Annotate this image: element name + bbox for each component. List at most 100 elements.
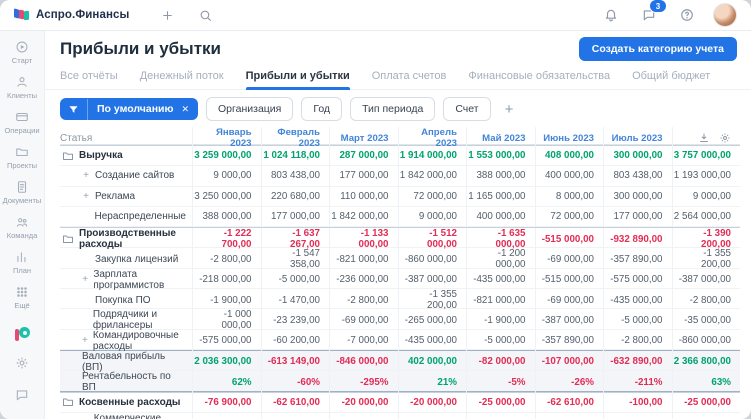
report-tabs: Все отчёты Денежный поток Прибыли и убытки… bbox=[45, 66, 751, 90]
row-label-cell[interactable]: + Создание сайтов bbox=[60, 166, 192, 185]
sidebar-item-7[interactable]: План bbox=[3, 249, 42, 275]
tab-6[interactable]: Общий бюджет bbox=[632, 66, 710, 89]
table-row: +Коммерческие расходы-40 800,00-61 530,0… bbox=[60, 412, 740, 419]
user-avatar[interactable] bbox=[713, 3, 737, 27]
documents-icon bbox=[15, 179, 29, 194]
create-category-button[interactable]: Создать категорию учета bbox=[578, 37, 737, 61]
value-cell: -20 000,00 bbox=[329, 392, 398, 412]
sidebar-item-1[interactable]: Старт bbox=[3, 39, 42, 65]
value-cell: -5% bbox=[466, 371, 535, 394]
row-label-cell[interactable]: Нераспределенные bbox=[60, 207, 192, 226]
sidebar-item-4[interactable]: Проекты bbox=[3, 144, 42, 170]
row-label-cell[interactable]: Закупка лицензий bbox=[60, 248, 192, 270]
table-settings-gear-icon[interactable] bbox=[719, 132, 731, 144]
table-row: Косвенные расходы -76 900,00 -62 610,00 -20… bbox=[60, 391, 740, 413]
sidebar-item-label: Команда bbox=[6, 231, 38, 240]
value-cell: 300 000,00 bbox=[603, 146, 672, 166]
value-cell: -40 800,00 bbox=[534, 412, 604, 419]
search-icon[interactable] bbox=[193, 3, 217, 27]
help-icon[interactable] bbox=[675, 3, 699, 27]
add-button[interactable] bbox=[155, 3, 179, 27]
value-cell: 2 036 300,00 bbox=[192, 350, 261, 373]
row-label-cell[interactable]: Подрядчики и фрилансеры bbox=[60, 309, 192, 331]
support-chat-icon[interactable] bbox=[15, 388, 29, 407]
row-label: Производственные расходы bbox=[79, 228, 176, 251]
sidebar-item-8[interactable]: Ещё bbox=[3, 284, 42, 310]
expand-plus-icon[interactable]: + bbox=[82, 170, 90, 181]
value-cell: -295% bbox=[329, 371, 398, 394]
expand-plus-icon[interactable]: + bbox=[82, 274, 88, 285]
value-cell: -10 000,00 bbox=[466, 412, 535, 419]
clients-icon bbox=[15, 74, 29, 89]
folder-icon[interactable] bbox=[62, 233, 74, 245]
value-cell: 3 250 000,00 bbox=[192, 186, 261, 206]
app-logo[interactable]: Аспро.Финансы bbox=[14, 7, 130, 22]
expand-plus-icon[interactable]: + bbox=[82, 191, 90, 202]
value-cell: 21% bbox=[397, 371, 467, 394]
value-cell: -387 000,00 bbox=[397, 268, 467, 291]
value-cell: -62 610,00 bbox=[260, 392, 330, 412]
value-cell: -932 890,00 bbox=[603, 228, 672, 251]
filter-chip-3[interactable]: Тип периода bbox=[350, 97, 436, 121]
filter-clear-icon[interactable]: ✕ bbox=[179, 99, 198, 120]
settings-gear-icon[interactable] bbox=[15, 356, 29, 375]
value-cell: -1 355 200,00 bbox=[671, 248, 741, 271]
value-cell: -575 000,00 bbox=[192, 329, 261, 352]
row-label-cell[interactable]: + Реклама bbox=[60, 187, 192, 206]
sidebar-item-label: Документы bbox=[2, 196, 42, 205]
projects-icon bbox=[15, 144, 29, 159]
expand-plus-icon[interactable]: + bbox=[82, 335, 88, 346]
row-label-cell[interactable]: + Командировочные расходы bbox=[60, 330, 192, 352]
value-cell: -387 000,00 bbox=[534, 309, 604, 332]
messages-icon[interactable]: 3 bbox=[637, 0, 667, 27]
value-cell: -211% bbox=[603, 371, 672, 394]
logo-text: Аспро.Финансы bbox=[36, 9, 130, 21]
tab-5[interactable]: Финансовые обязательства bbox=[468, 66, 610, 89]
tab-1[interactable]: Все отчёты bbox=[60, 66, 118, 89]
filter-chip-2[interactable]: Год bbox=[301, 97, 343, 121]
tab-2[interactable]: Денежный поток bbox=[140, 66, 224, 89]
value-cell: -69 000,00 bbox=[329, 309, 398, 332]
sidebar-item-2[interactable]: Клиенты bbox=[3, 74, 42, 100]
value-cell: -613 149,00 bbox=[260, 350, 330, 373]
row-label: Зарплата программистов bbox=[93, 268, 165, 291]
folder-icon[interactable] bbox=[62, 150, 74, 162]
value-cell: -1 390 200,00 bbox=[671, 228, 741, 251]
tab-3[interactable]: Прибыли и убытки bbox=[245, 66, 350, 90]
more-grid-icon bbox=[15, 284, 29, 299]
value-cell: -62 610,00 bbox=[534, 392, 604, 412]
row-label-cell[interactable]: Производственные расходы bbox=[60, 228, 192, 250]
download-icon[interactable] bbox=[698, 132, 710, 144]
row-label: Подрядчики и фрилансеры bbox=[92, 309, 158, 332]
active-filter-label: По умолчанию bbox=[97, 103, 174, 115]
filter-chip-4[interactable]: Счет bbox=[443, 97, 491, 121]
sidebar-item-5[interactable]: Документы bbox=[2, 179, 42, 205]
folder-icon[interactable] bbox=[62, 396, 74, 408]
row-label-cell[interactable]: + Зарплата программистов bbox=[60, 269, 192, 291]
notifications-bell-icon[interactable] bbox=[599, 3, 623, 27]
product-logo-icon[interactable] bbox=[14, 327, 30, 343]
add-filter-button[interactable]: + bbox=[499, 100, 520, 119]
value-cell: 388 000,00 bbox=[192, 206, 261, 227]
row-label-cell[interactable]: Покупка ПО bbox=[60, 289, 192, 311]
value-cell: 177 000,00 bbox=[603, 206, 672, 227]
value-cell: -1 000 000,00 bbox=[192, 309, 261, 332]
sidebar-item-6[interactable]: Команда bbox=[3, 214, 42, 240]
filter-funnel-icon[interactable] bbox=[60, 98, 88, 120]
messages-badge: 3 bbox=[649, 0, 667, 13]
value-cell: -25 000,00 bbox=[466, 392, 535, 412]
filter-chip-1[interactable]: Организация bbox=[206, 97, 294, 121]
value-cell: -1 470,00 bbox=[260, 289, 330, 312]
row-label-cell[interactable]: +Коммерческие расходы bbox=[60, 413, 192, 419]
value-cell: -357 890,00 bbox=[534, 329, 604, 352]
value-cell: -435 000,00 bbox=[603, 289, 672, 312]
value-cell: -357 890,00 bbox=[603, 248, 672, 271]
sidebar-item-3[interactable]: Операции bbox=[3, 109, 42, 135]
value-cell: 287 000,00 bbox=[329, 146, 398, 166]
row-label-cell[interactable]: Выручка bbox=[60, 146, 192, 165]
sidebar-item-label: Ещё bbox=[14, 301, 30, 310]
value-cell: -20 000,00 bbox=[397, 392, 467, 412]
tab-4[interactable]: Оплата счетов bbox=[372, 66, 447, 89]
row-label-cell[interactable]: Косвенные расходы bbox=[60, 393, 192, 412]
active-filter-chip[interactable]: По умолчанию ✕ bbox=[60, 98, 199, 120]
